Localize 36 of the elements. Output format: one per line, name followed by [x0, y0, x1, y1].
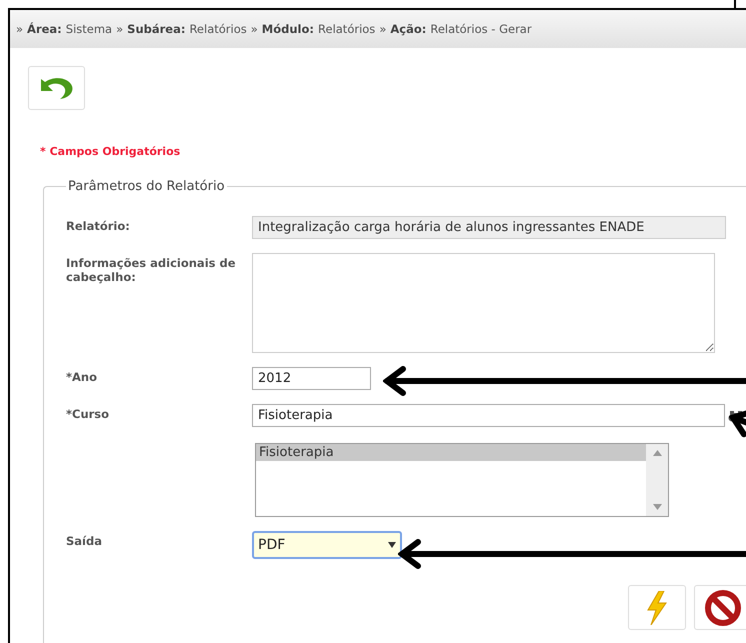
breadcrumb-separator: » [379, 22, 386, 36]
breadcrumb-value: Sistema [66, 22, 112, 36]
back-button[interactable] [28, 66, 85, 110]
cancel-button[interactable] [694, 585, 746, 630]
prohibited-icon [704, 588, 742, 626]
undo-icon [38, 75, 74, 101]
required-fields-note: * Campos Obrigatórios [40, 145, 180, 158]
course-field[interactable]: Fisioterapia [252, 404, 725, 427]
field-label: Informações adicionais de cabeçalho: [66, 255, 237, 284]
field-label: Relatório: [66, 218, 131, 233]
lightning-icon [646, 590, 668, 624]
breadcrumb-label: Módulo: [262, 22, 314, 36]
course-listbox[interactable]: Fisioterapia [255, 443, 669, 517]
caret-icon [388, 542, 396, 548]
breadcrumb-separator: » [16, 22, 24, 36]
breadcrumb-label: Subárea: [127, 22, 186, 36]
breadcrumb-value: Relatórios [318, 22, 376, 36]
scroll-down-icon[interactable] [652, 504, 662, 510]
field-label: Saída [66, 533, 103, 548]
field-label: *Curso [66, 406, 110, 421]
generate-button[interactable] [628, 585, 686, 630]
breadcrumb-separator: » [116, 22, 124, 36]
list-option[interactable]: Fisioterapia [256, 444, 646, 461]
breadcrumb-label: Área: [27, 22, 62, 36]
breadcrumb-value: Relatórios [189, 22, 247, 36]
report-field: Integralização carga horária de alunos ingressantes ENADE [252, 216, 726, 239]
binoculars-icon[interactable] [728, 410, 744, 422]
breadcrumb-separator: » [250, 22, 258, 36]
fieldset-legend: Parâmetros do Relatório [66, 179, 227, 194]
breadcrumb-label: Ação: [390, 22, 426, 36]
header-info-field[interactable] [252, 253, 715, 353]
field-label: *Ano [66, 369, 98, 384]
year-field[interactable]: 2012 [252, 367, 371, 390]
scroll-up-icon[interactable] [652, 450, 662, 456]
output-select[interactable]: PDF [252, 531, 402, 559]
breadcrumb-value: Relatórios - Gerar [430, 22, 532, 36]
